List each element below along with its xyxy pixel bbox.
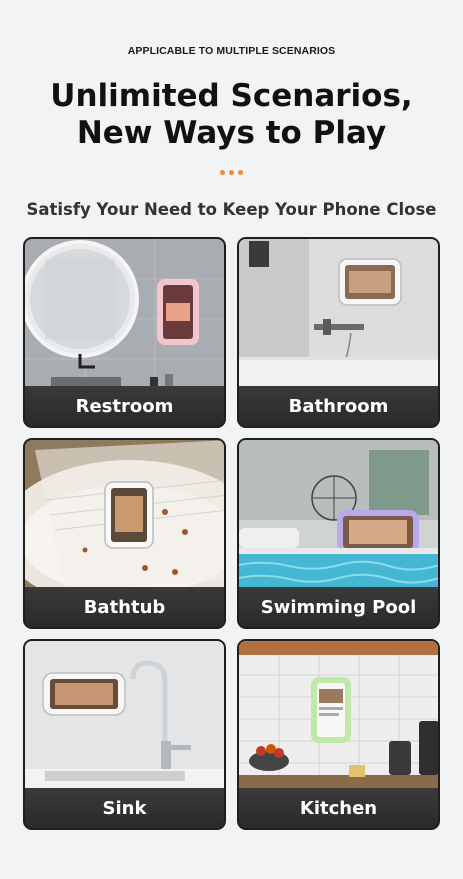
scenario-label: Restroom [75,395,174,417]
bathroom-scene-image [239,239,438,389]
label-bar: Sink [25,788,224,828]
scenario-card-bathtub: Bathtub [23,438,226,629]
scenario-card-kitchen: Kitchen [237,639,440,830]
scenario-card-restroom: Restroom [23,237,226,428]
scenario-card-bathroom: Bathroom [237,237,440,428]
label-bar: Restroom [25,386,224,426]
scenario-label: Kitchen [299,797,378,819]
scenario-label: Sink [102,797,147,819]
scenario-label: Bathtub [83,596,166,618]
title-line-2: New Ways to Play [76,115,387,151]
bathtub-scene-image [25,440,224,590]
label-bar: Bathroom [239,386,438,426]
subtitle: Satisfy Your Need to Keep Your Phone Clo… [26,200,437,219]
title-line-1: Unlimited Scenarios, [50,78,413,114]
scenario-card-swimming-pool: Swimming Pool [237,438,440,629]
restroom-scene-image [25,239,224,389]
scenario-card-sink: Sink [23,639,226,830]
label-bar: Swimming Pool [239,587,438,627]
decorative-dots [0,170,463,175]
page-title: Unlimited Scenarios, New Ways to Play [0,78,463,152]
dot-icon [238,170,243,175]
scenario-label: Bathroom [288,395,389,417]
eyebrow-text: APPLICABLE TO MULTIPLE SCENARIOS [127,45,336,57]
dot-icon [229,170,234,175]
scenario-label: Swimming Pool [260,596,417,618]
kitchen-scene-image [239,641,438,791]
sink-scene-image [25,641,224,791]
label-bar: Bathtub [25,587,224,627]
dot-icon [220,170,225,175]
swimming-pool-scene-image [239,440,438,590]
label-bar: Kitchen [239,788,438,828]
